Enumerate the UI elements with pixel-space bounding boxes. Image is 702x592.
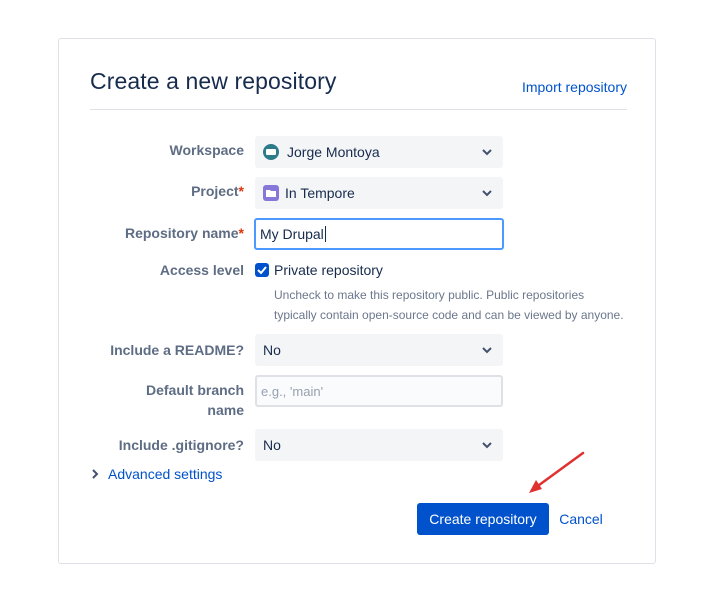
- page-title: Create a new repository: [90, 68, 337, 94]
- readme-label-text: Include a README?: [110, 342, 244, 358]
- workspace-label-text: Workspace: [169, 142, 244, 158]
- workspace-select[interactable]: Jorge Montoya: [255, 136, 503, 168]
- gitignore-label-text: Include .gitignore?: [118, 437, 244, 453]
- access-level-label: Access level: [89, 260, 244, 280]
- workspace-avatar-icon: [263, 144, 279, 160]
- project-label-text: Project: [191, 183, 239, 199]
- chevron-down-icon: [479, 185, 495, 201]
- import-repository-link[interactable]: Import repository: [522, 79, 627, 95]
- project-folder-icon: [263, 185, 279, 201]
- private-repository-label[interactable]: Private repository: [274, 260, 383, 280]
- repository-name-label-text: Repository name: [124, 225, 239, 241]
- gitignore-label: Include .gitignore?: [89, 435, 244, 455]
- project-value: In Tempore: [285, 185, 355, 201]
- default-branch-placeholder: e.g., 'main': [261, 383, 324, 399]
- default-branch-label: Default branch name: [89, 380, 244, 420]
- cancel-button[interactable]: Cancel: [553, 503, 609, 535]
- chevron-down-icon: [479, 342, 495, 358]
- workspace-label: Workspace: [89, 140, 244, 160]
- chevron-down-icon: [479, 437, 495, 453]
- readme-select[interactable]: No: [255, 334, 503, 366]
- gitignore-value: No: [263, 437, 281, 453]
- repository-name-label: Repository name*: [89, 223, 244, 243]
- project-select[interactable]: In Tempore: [255, 177, 503, 209]
- annotation-arrow-icon: [529, 451, 585, 493]
- access-level-label-text: Access level: [159, 262, 244, 278]
- required-mark: *: [238, 183, 244, 199]
- readme-label: Include a README?: [89, 340, 244, 360]
- advanced-settings-toggle[interactable]: Advanced settings: [92, 466, 222, 482]
- readme-value: No: [263, 342, 281, 358]
- repository-name-value: My Drupal: [260, 226, 324, 242]
- default-branch-input[interactable]: e.g., 'main': [255, 375, 503, 407]
- access-level-help-line2: typically contain open-source code and c…: [274, 308, 624, 322]
- header-divider: [90, 109, 627, 110]
- project-label: Project*: [89, 181, 244, 201]
- access-level-help-line1: Uncheck to make this repository public. …: [274, 288, 585, 302]
- access-level-help: Uncheck to make this repository public. …: [274, 285, 634, 325]
- required-mark: *: [238, 225, 244, 241]
- default-branch-label-line1: Default branch: [145, 382, 244, 398]
- create-repository-button[interactable]: Create repository: [417, 503, 549, 535]
- checkmark-icon: [257, 266, 267, 274]
- advanced-settings-label: Advanced settings: [108, 466, 223, 482]
- default-branch-label-line2: name: [207, 402, 244, 418]
- repository-name-input[interactable]: My Drupal: [254, 218, 504, 250]
- workspace-value: Jorge Montoya: [287, 144, 380, 160]
- chevron-right-icon: [92, 469, 102, 479]
- text-caret: [324, 226, 326, 242]
- chevron-down-icon: [479, 144, 495, 160]
- gitignore-select[interactable]: No: [255, 429, 503, 461]
- private-repository-checkbox[interactable]: [255, 263, 269, 277]
